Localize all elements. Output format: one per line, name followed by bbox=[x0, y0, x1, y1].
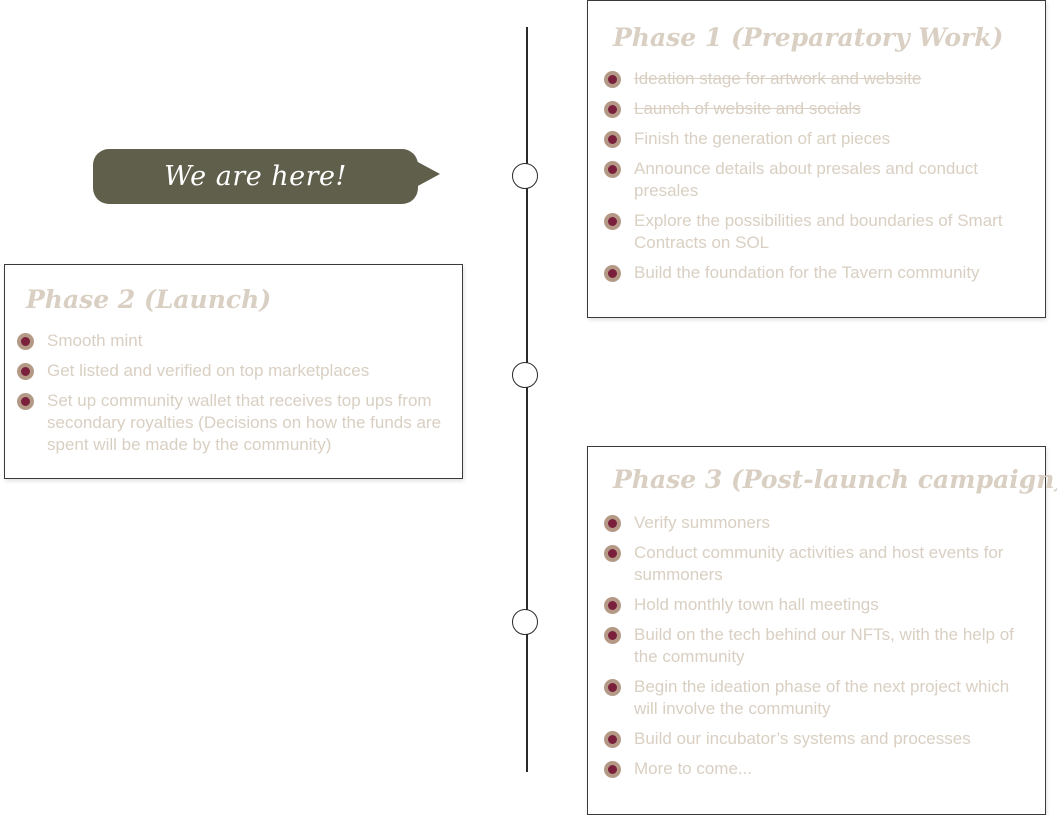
list-item: Announce details about presales and cond… bbox=[604, 158, 1029, 202]
list-item: Verify summoners bbox=[604, 512, 1033, 534]
list-item: Finish the generation of art pieces bbox=[604, 128, 1029, 150]
timeline-line bbox=[526, 27, 528, 772]
list-item: Hold monthly town hall meetings bbox=[604, 594, 1033, 616]
phase-2-card: Phase 2 (Launch) Smooth mint Get listed a… bbox=[4, 264, 463, 479]
phase-3-card: Phase 3 (Post-launch campaign) Verify su… bbox=[587, 446, 1057, 815]
gem-bullet-icon bbox=[604, 679, 621, 696]
list-item-text: Verify summoners bbox=[634, 513, 771, 532]
list-item-text: Build the foundation for the Tavern comm… bbox=[634, 263, 980, 282]
list-item-text: Ideation stage for artwork and website bbox=[634, 69, 922, 88]
list-item: Begin the ideation phase of the next pro… bbox=[604, 676, 1033, 720]
list-item: More to come... bbox=[604, 758, 1033, 780]
list-item: Build the foundation for the Tavern comm… bbox=[604, 262, 1029, 284]
gem-bullet-icon bbox=[604, 131, 621, 148]
list-item-text: Hold monthly town hall meetings bbox=[634, 595, 879, 614]
timeline-node-phase-2 bbox=[512, 362, 538, 388]
gem-bullet-icon bbox=[604, 627, 621, 644]
gem-bullet-icon bbox=[604, 265, 621, 282]
phase-2-list: Smooth mint Get listed and verified on to… bbox=[17, 330, 452, 456]
phase-2-title: Phase 2 (Launch) bbox=[26, 285, 272, 314]
list-item-text: Explore the possibilities and boundaries… bbox=[634, 211, 1003, 252]
list-item-text: Announce details about presales and cond… bbox=[634, 159, 979, 200]
list-item-text: Get listed and verified on top marketpla… bbox=[47, 361, 370, 380]
phase-1-card: Phase 1 (Preparatory Work) Ideation stag… bbox=[587, 0, 1046, 318]
marker-label: We are here! bbox=[164, 161, 347, 192]
list-item-text: Build our incubator’s systems and proces… bbox=[634, 729, 971, 748]
list-item-text: More to come... bbox=[634, 759, 753, 778]
list-item: Build on the tech behind our NFTs, with … bbox=[604, 624, 1033, 668]
list-item: Ideation stage for artwork and website bbox=[604, 68, 1029, 90]
phase-3-title: Phase 3 (Post-launch campaign) bbox=[613, 465, 1057, 494]
gem-bullet-icon bbox=[17, 333, 34, 350]
list-item: Conduct community activities and host ev… bbox=[604, 542, 1033, 586]
list-item-text: Conduct community activities and host ev… bbox=[634, 543, 1004, 584]
list-item: Explore the possibilities and boundaries… bbox=[604, 210, 1029, 254]
marker-pointer-icon bbox=[416, 161, 440, 187]
list-item: Get listed and verified on top marketpla… bbox=[17, 360, 452, 382]
gem-bullet-icon bbox=[604, 101, 621, 118]
gem-bullet-icon bbox=[17, 363, 34, 380]
list-item-text: Build on the tech behind our NFTs, with … bbox=[634, 625, 1014, 666]
list-item-text: Smooth mint bbox=[47, 331, 143, 350]
list-item-text: Finish the generation of art pieces bbox=[634, 129, 891, 148]
current-position-marker: We are here! bbox=[93, 149, 440, 204]
gem-bullet-icon bbox=[17, 393, 34, 410]
list-item: Launch of website and socials bbox=[604, 98, 1029, 120]
list-item-text: Begin the ideation phase of the next pro… bbox=[634, 677, 1010, 718]
timeline-node-phase-1 bbox=[512, 163, 538, 189]
gem-bullet-icon bbox=[604, 71, 621, 88]
gem-bullet-icon bbox=[604, 761, 621, 778]
timeline-node-phase-3 bbox=[512, 609, 538, 635]
gem-bullet-icon bbox=[604, 213, 621, 230]
gem-bullet-icon bbox=[604, 597, 621, 614]
gem-bullet-icon bbox=[604, 545, 621, 562]
list-item-text: Launch of website and socials bbox=[634, 99, 861, 118]
gem-bullet-icon bbox=[604, 731, 621, 748]
list-item: Build our incubator’s systems and proces… bbox=[604, 728, 1033, 750]
phase-1-list: Ideation stage for artwork and website La… bbox=[604, 68, 1029, 284]
gem-bullet-icon bbox=[604, 161, 621, 178]
list-item: Smooth mint bbox=[17, 330, 452, 352]
phase-3-list: Verify summoners Conduct community activi… bbox=[604, 512, 1033, 780]
phase-1-title: Phase 1 (Preparatory Work) bbox=[613, 23, 1004, 52]
list-item-text: Set up community wallet that receives to… bbox=[47, 391, 442, 454]
list-item: Set up community wallet that receives to… bbox=[17, 390, 452, 456]
gem-bullet-icon bbox=[604, 515, 621, 532]
